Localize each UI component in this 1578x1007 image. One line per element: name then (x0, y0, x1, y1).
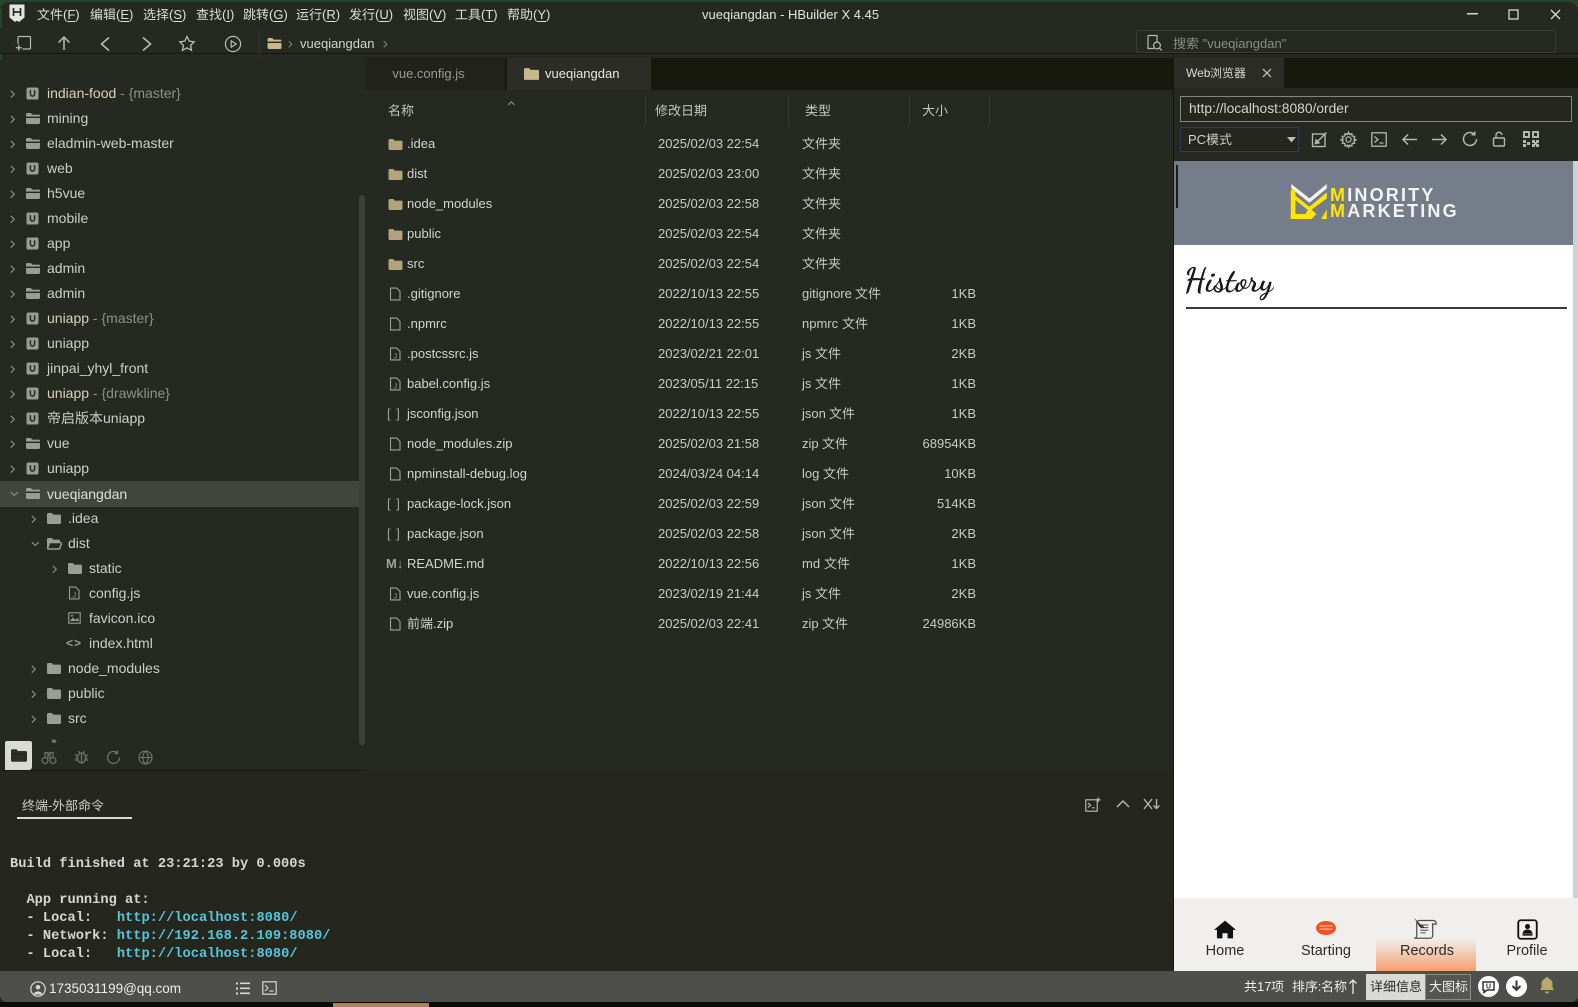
svg-text:J: J (72, 590, 76, 599)
svg-text:J: J (393, 351, 397, 360)
svg-text:J: J (393, 591, 397, 600)
svg-text:U: U (1486, 984, 1491, 991)
svg-text:J: J (393, 381, 397, 390)
